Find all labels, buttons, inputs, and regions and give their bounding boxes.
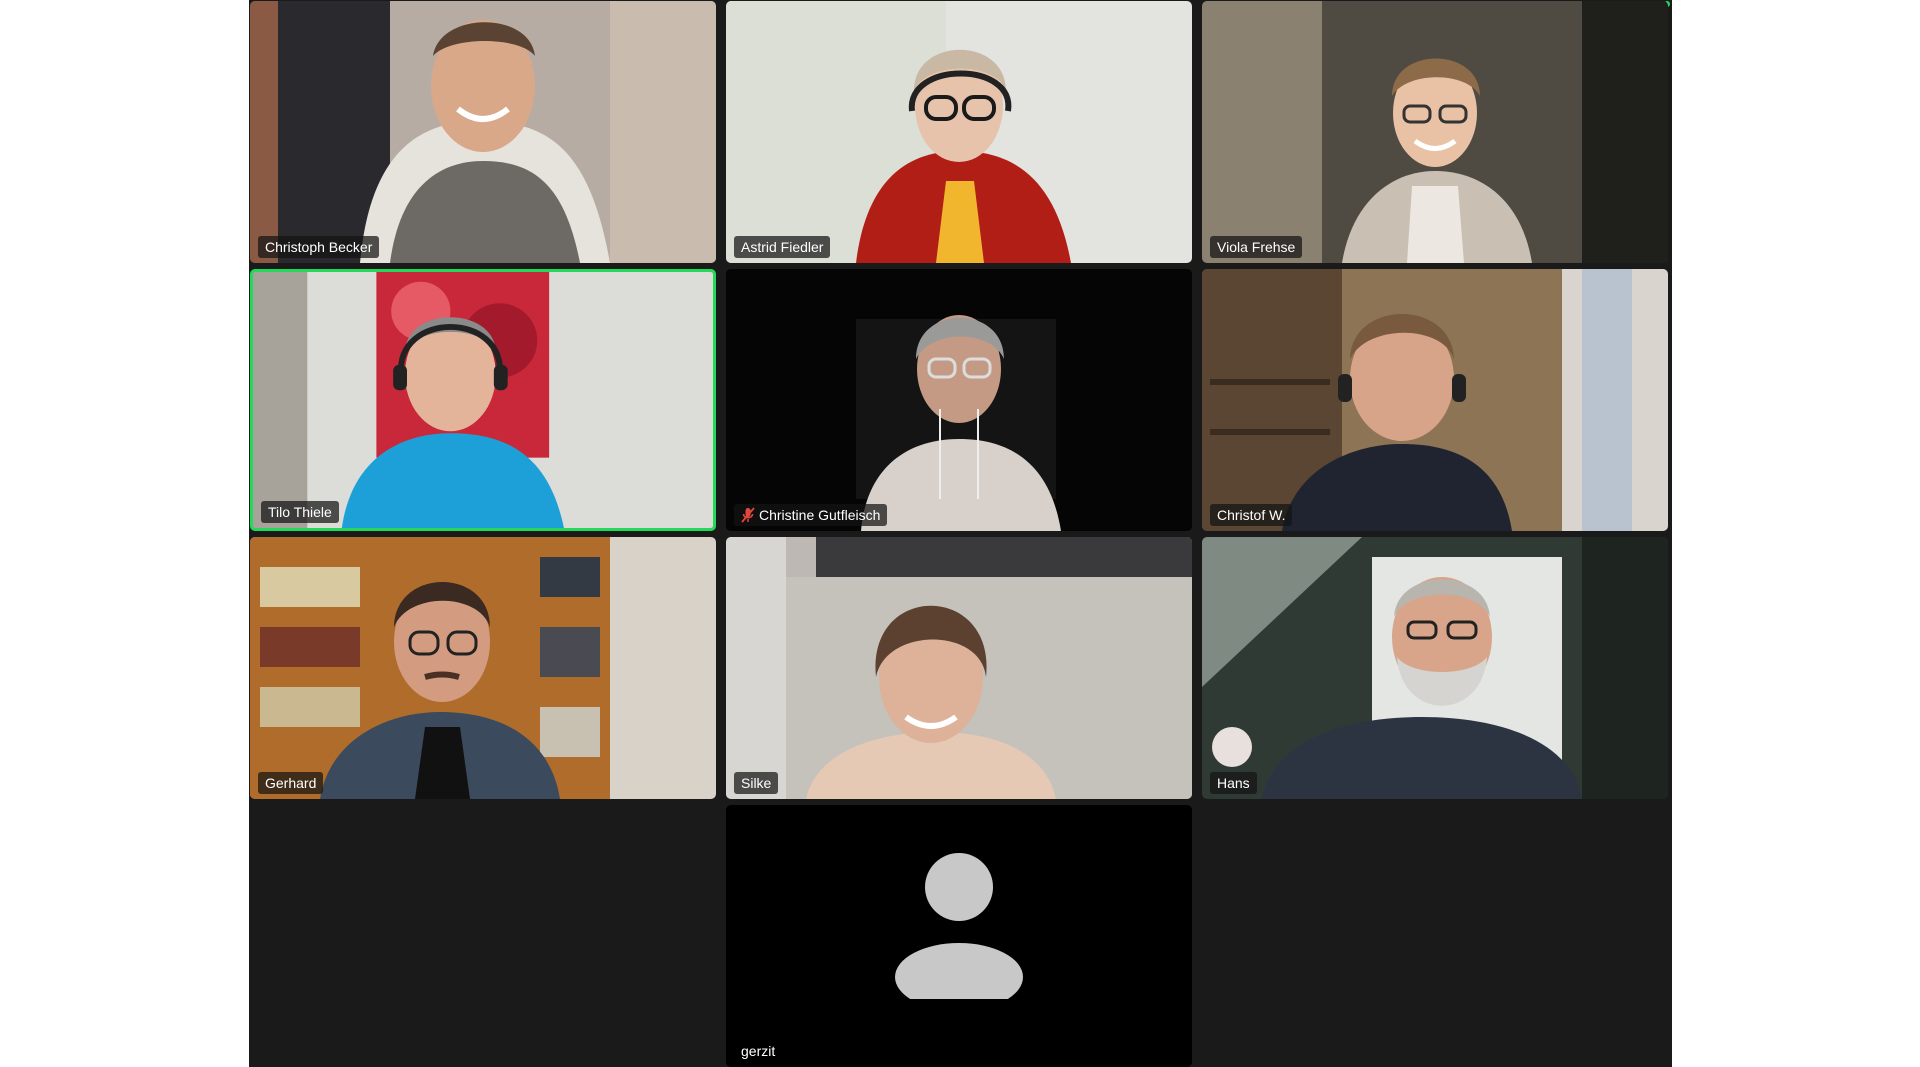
participant-name-tag: Silke (734, 772, 779, 794)
participant-name: gerzit (741, 1043, 776, 1059)
participant-name: Viola Frehse (1217, 239, 1296, 255)
video-feed (1202, 1, 1668, 263)
video-feed (250, 1, 716, 263)
video-feed (1202, 537, 1668, 799)
participant-name: Christine Gutfleisch (759, 507, 881, 523)
muted-microphone-icon (741, 507, 755, 523)
video-feed (726, 269, 1192, 531)
video-tile-christine-gutfleisch[interactable]: Christine Gutfleisch (726, 269, 1192, 531)
video-tile-hans[interactable]: Hans (1202, 537, 1668, 799)
video-tile-tilo-thiele[interactable]: Tilo Thiele (250, 269, 716, 531)
video-feed (250, 537, 716, 799)
participant-name-tag: Hans (1210, 772, 1257, 794)
video-feed (1202, 269, 1668, 531)
participant-name-tag: Christine Gutfleisch (734, 504, 888, 526)
video-feed (726, 537, 1192, 799)
participant-name-tag: Christof W. (1210, 504, 1293, 526)
video-feed (726, 1, 1192, 263)
participant-name-tag: Gerhard (258, 772, 324, 794)
meeting-gallery-view: Christoph Becker Astrid Fiedler Viola Fr… (249, 0, 1672, 1067)
participant-name: Hans (1217, 775, 1250, 791)
video-tile-christoph-becker[interactable]: Christoph Becker (250, 1, 716, 263)
video-tile-christof-w[interactable]: Christof W. (1202, 269, 1668, 531)
participant-name: Tilo Thiele (268, 504, 332, 520)
video-tile-gerhard[interactable]: Gerhard (250, 537, 716, 799)
video-tile-gerzit[interactable]: gerzit (726, 805, 1192, 1067)
participant-name: Gerhard (265, 775, 317, 791)
participant-name-tag: gerzit (734, 1040, 782, 1062)
video-tile-viola-frehse[interactable]: Viola Frehse (1202, 1, 1668, 263)
participant-name-tag: Christoph Becker (258, 236, 380, 258)
participant-name: Christof W. (1217, 507, 1286, 523)
participant-name-tag: Viola Frehse (1210, 236, 1303, 258)
video-tile-silke[interactable]: Silke (726, 537, 1192, 799)
participant-name: Astrid Fiedler (741, 239, 824, 255)
video-feed (253, 272, 713, 528)
participant-name-tag: Tilo Thiele (261, 501, 339, 523)
video-tile-astrid-fiedler[interactable]: Astrid Fiedler (726, 1, 1192, 263)
participant-name: Silke (741, 775, 772, 791)
participant-name-tag: Astrid Fiedler (734, 236, 831, 258)
participant-name: Christoph Becker (265, 239, 373, 255)
user-avatar-icon (895, 853, 1023, 999)
